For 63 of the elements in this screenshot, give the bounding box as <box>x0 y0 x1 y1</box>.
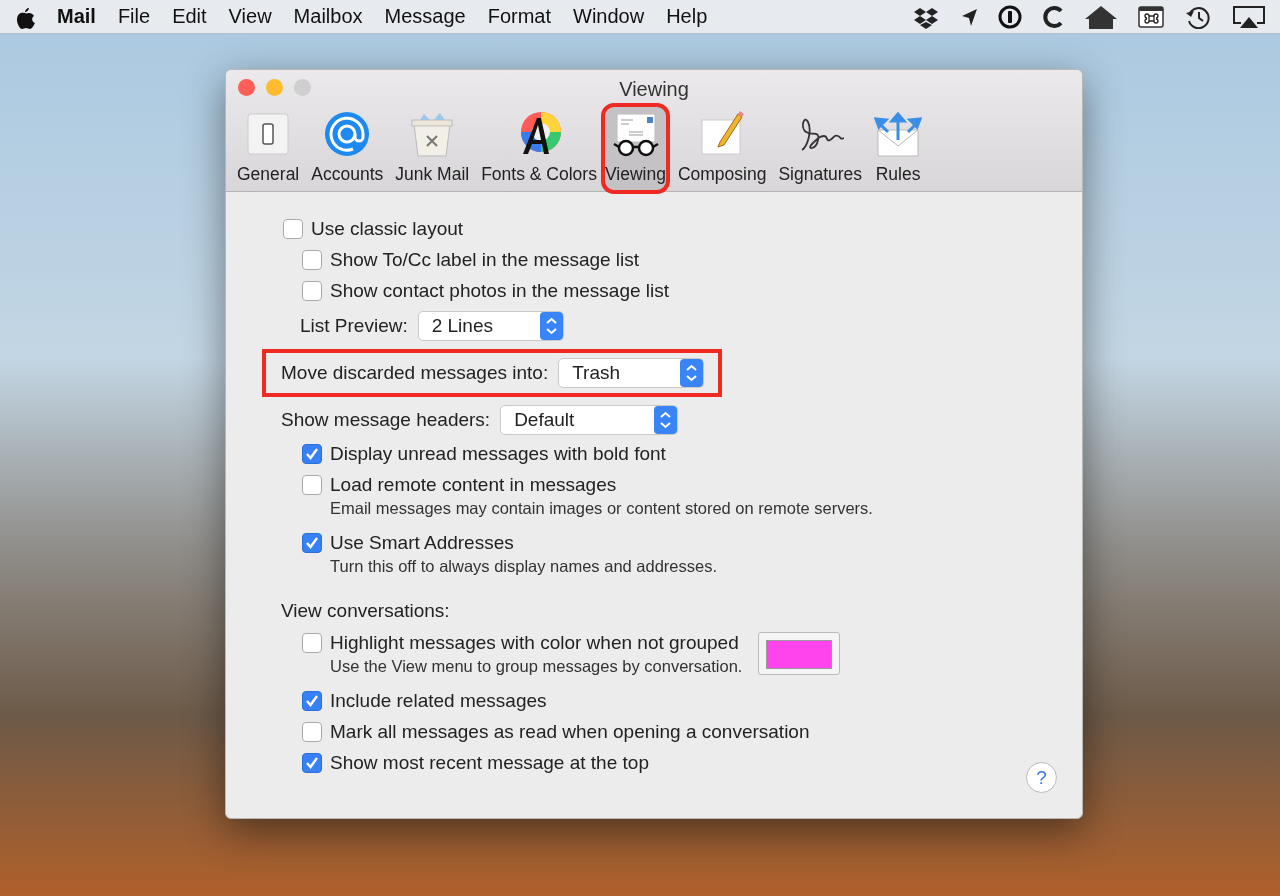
at-sign-icon <box>323 110 372 158</box>
hint-text: Turn this off to always display names and addresses. <box>330 557 718 576</box>
checkbox[interactable] <box>302 533 322 553</box>
checkbox[interactable] <box>302 444 322 464</box>
menu-item[interactable]: Edit <box>161 5 218 28</box>
menu-item[interactable]: Message <box>373 5 477 28</box>
clock-history-icon <box>1184 4 1212 29</box>
checkbox[interactable] <box>302 281 322 301</box>
minimize-button[interactable] <box>266 78 283 96</box>
checkbox[interactable] <box>302 691 322 711</box>
toolbar-tab[interactable]: General <box>236 106 301 191</box>
close-button[interactable] <box>238 78 255 96</box>
help-button[interactable]: ? <box>1026 762 1057 793</box>
stepper-icon <box>654 406 678 434</box>
checkbox-label[interactable]: Use classic layout <box>311 218 464 240</box>
toolbar-tab[interactable]: Junk Mail <box>394 106 471 191</box>
checkbox[interactable] <box>302 633 322 653</box>
checkbox-label[interactable]: Show most recent message at the top <box>330 752 649 774</box>
toolbar-tab[interactable]: Viewing <box>603 106 667 191</box>
checkbox-label[interactable]: Display unread messages with bold font <box>330 443 666 465</box>
checkbox-label[interactable]: Load remote content in messages <box>330 474 873 496</box>
popup-menu[interactable]: 2 Lines <box>417 311 564 341</box>
popup-menu[interactable]: Default <box>500 405 679 435</box>
checkbox[interactable] <box>302 250 322 270</box>
menu-item[interactable]: Help <box>655 5 719 28</box>
pencil-paper-icon <box>698 110 747 158</box>
checkbox-label[interactable]: Highlight messages with color when not grouped <box>330 632 743 654</box>
checkbox-label[interactable]: Include related messages <box>330 690 547 712</box>
menu-item[interactable]: Window <box>562 5 656 28</box>
field-label: Move discarded messages into: <box>281 362 549 384</box>
c-letter-icon <box>1042 4 1064 29</box>
app-menu[interactable]: Mail <box>46 5 107 28</box>
envelope-arrows-icon <box>874 110 923 158</box>
menu-item[interactable]: File <box>106 5 162 28</box>
command-window-icon <box>1138 4 1164 29</box>
menu-item[interactable]: View <box>217 5 283 28</box>
toolbar-tab[interactable]: Rules <box>873 106 924 191</box>
checkbox[interactable] <box>283 219 303 239</box>
menu-item[interactable]: Mailbox <box>282 5 374 28</box>
color-well[interactable] <box>758 632 841 675</box>
checkbox[interactable] <box>302 753 322 773</box>
window-title: Viewing <box>619 78 689 101</box>
checkbox-label[interactable]: Show contact photos in the message list <box>330 280 670 302</box>
checkbox-label[interactable]: Mark all messages as read when opening a conversation <box>330 721 810 743</box>
hint-text: Use the View menu to group messages by conversation. <box>330 657 743 676</box>
menu-item[interactable]: Format <box>476 5 563 28</box>
stepper-icon <box>539 312 563 340</box>
hint-text: Email messages may contain images or content stored on remote servers. <box>330 499 873 518</box>
checkbox-label[interactable]: Use Smart Addresses <box>330 532 718 554</box>
airplay-icon <box>1232 4 1266 29</box>
popup-menu[interactable]: Trash <box>558 358 705 388</box>
checkbox-label[interactable]: Show To/Cc label in the message list <box>330 249 640 271</box>
toolbar-tab[interactable]: Accounts <box>310 106 385 191</box>
field-label: Show message headers: <box>281 409 491 431</box>
toolbar-tab[interactable]: Fonts & Colors <box>480 106 598 191</box>
checkbox[interactable] <box>302 722 322 742</box>
toolbar-tab[interactable]: Composing <box>676 106 768 191</box>
toolbar-tab[interactable]: Signatures <box>777 106 864 191</box>
field-label: List Preview: <box>300 315 408 337</box>
section-heading: View conversations: <box>281 600 451 622</box>
stepper-icon <box>680 359 704 387</box>
checkbox[interactable] <box>302 475 322 495</box>
house-icon <box>1084 4 1118 29</box>
